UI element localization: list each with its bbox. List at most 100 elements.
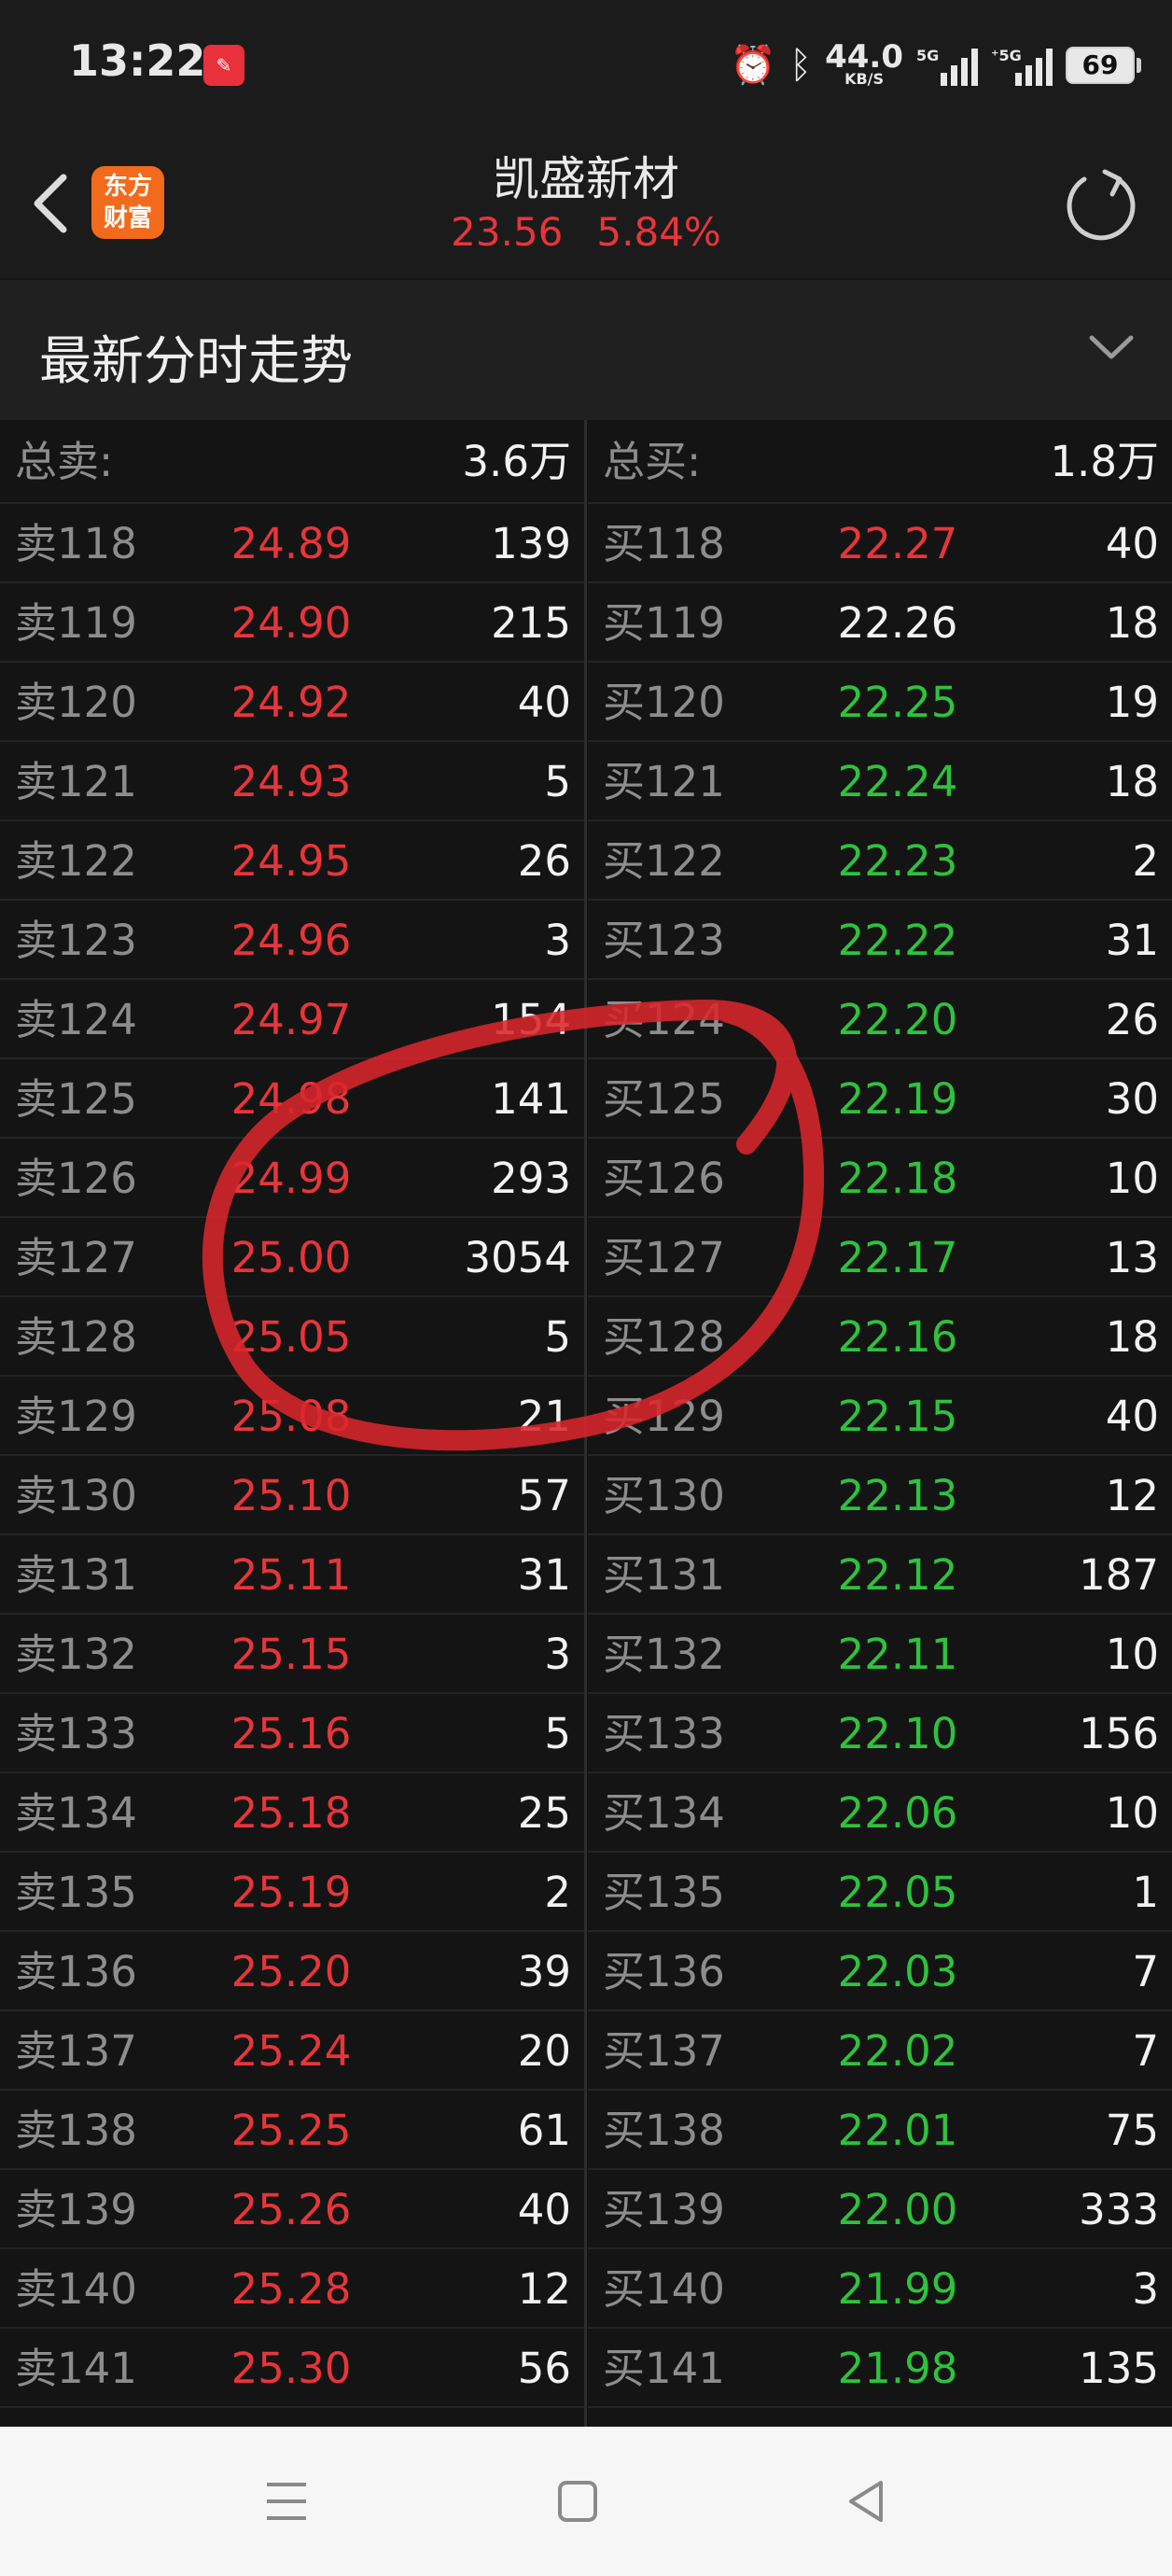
sell-order-row[interactable]: 卖122 24.95 26 [0, 821, 584, 901]
stock-quote: 23.56 5.84% [0, 209, 1172, 255]
buy-order-row[interactable]: 买127 22.17 13 [588, 1218, 1172, 1297]
sell-volume: 39 [517, 1947, 571, 1996]
buy-volume: 3 [1132, 2264, 1159, 2314]
sell-order-row[interactable]: 卖132 25.15 3 [0, 1615, 584, 1694]
sell-order-row[interactable]: 卖127 25.00 3054 [0, 1218, 584, 1297]
buy-level-label: 买125 [603, 1074, 725, 1124]
buy-order-row[interactable]: 买129 22.15 40 [588, 1377, 1172, 1456]
buy-volume: 7 [1132, 1947, 1159, 1996]
sell-column: 总卖: 3.6万 卖118 24.89 139 卖119 24.90 215 卖120 24.… [0, 420, 584, 2408]
sell-volume: 5 [544, 757, 571, 806]
sell-price: 25.25 [230, 2106, 352, 2155]
menu-icon[interactable] [254, 2473, 319, 2529]
sell-order-row[interactable]: 卖131 25.11 31 [0, 1535, 584, 1615]
sell-volume: 57 [517, 1471, 571, 1520]
buy-volume: 2 [1132, 836, 1159, 886]
buy-order-row[interactable]: 买141 21.98 135 [588, 2329, 1172, 2408]
buy-order-row[interactable]: 买136 22.03 7 [588, 1932, 1172, 2011]
buy-order-row[interactable]: 买121 22.24 18 [588, 742, 1172, 821]
buy-total-value: 1.8万 [1050, 437, 1159, 486]
sell-order-row[interactable]: 卖136 25.20 39 [0, 1932, 584, 2011]
sell-price: 24.95 [230, 836, 352, 886]
buy-volume: 31 [1105, 916, 1159, 965]
system-nav-bar [0, 2427, 1172, 2576]
sell-order-row[interactable]: 卖120 24.92 40 [0, 663, 584, 742]
buy-order-row[interactable]: 买134 22.06 10 [588, 1773, 1172, 1853]
buy-order-row[interactable]: 买126 22.18 10 [588, 1139, 1172, 1218]
buy-volume: 18 [1105, 1312, 1159, 1362]
sell-order-row[interactable]: 卖123 24.96 3 [0, 901, 584, 980]
buy-order-row[interactable]: 买131 22.12 187 [588, 1535, 1172, 1615]
refresh-icon[interactable] [1062, 166, 1140, 245]
sell-price: 25.08 [230, 1392, 352, 1441]
sell-order-row[interactable]: 卖124 24.97 154 [0, 980, 584, 1059]
buy-order-row[interactable]: 买137 22.02 7 [588, 2011, 1172, 2091]
buy-price: 22.02 [837, 2026, 958, 2076]
buy-level-label: 买120 [603, 678, 725, 727]
buy-level-label: 买133 [603, 1709, 725, 1758]
sell-volume: 56 [517, 2344, 571, 2393]
sell-order-row[interactable]: 卖126 24.99 293 [0, 1139, 584, 1218]
sell-level-label: 卖119 [15, 598, 137, 648]
buy-order-row[interactable]: 买123 22.22 31 [588, 901, 1172, 980]
sell-order-row[interactable]: 卖119 24.90 215 [0, 583, 584, 663]
buy-level-label: 买134 [603, 1788, 725, 1838]
back-triangle-icon[interactable] [834, 2473, 900, 2529]
buy-volume: 40 [1105, 519, 1159, 568]
buy-order-row[interactable]: 买119 22.26 18 [588, 583, 1172, 663]
sell-order-row[interactable]: 卖134 25.18 25 [0, 1773, 584, 1853]
buy-volume: 30 [1105, 1074, 1159, 1124]
sell-total-label: 总卖: [15, 437, 114, 486]
sell-order-row[interactable]: 卖139 25.26 40 [0, 2170, 584, 2249]
buy-order-row[interactable]: 买120 22.25 19 [588, 663, 1172, 742]
sell-order-row[interactable]: 卖129 25.08 21 [0, 1377, 584, 1456]
sell-order-row[interactable]: 卖125 24.98 141 [0, 1059, 584, 1139]
sell-price: 25.26 [230, 2185, 352, 2234]
sell-volume: 31 [517, 1550, 571, 1600]
sell-order-row[interactable]: 卖137 25.24 20 [0, 2011, 584, 2091]
sell-level-label: 卖131 [15, 1550, 137, 1600]
sell-order-row[interactable]: 卖135 25.19 2 [0, 1853, 584, 1932]
sell-order-row[interactable]: 卖121 24.93 5 [0, 742, 584, 821]
buy-volume: 1 [1132, 1868, 1159, 1917]
buy-order-row[interactable]: 买124 22.20 26 [588, 980, 1172, 1059]
sell-order-row[interactable]: 卖130 25.10 57 [0, 1456, 584, 1535]
buy-price: 22.25 [837, 678, 958, 727]
sell-volume: 154 [491, 995, 571, 1044]
bluetooth-icon: ᛒ [789, 44, 813, 87]
section-header[interactable]: 最新分时走势 [0, 280, 1172, 420]
sell-volume: 26 [517, 836, 571, 886]
sell-order-row[interactable]: 卖141 25.30 56 [0, 2329, 584, 2408]
buy-price: 22.12 [837, 1550, 958, 1600]
sell-order-row[interactable]: 卖133 25.16 5 [0, 1694, 584, 1773]
home-square-icon[interactable] [545, 2473, 610, 2529]
signal-sim2-icon: ⁺5G [991, 45, 1053, 86]
sell-order-row[interactable]: 卖118 24.89 139 [0, 504, 584, 583]
sim1-label: 5G [916, 47, 940, 64]
sell-order-row[interactable]: 卖138 25.25 61 [0, 2091, 584, 2170]
buy-order-row[interactable]: 买140 21.99 3 [588, 2249, 1172, 2329]
buy-order-row[interactable]: 买132 22.11 10 [588, 1615, 1172, 1694]
buy-volume: 10 [1105, 1154, 1159, 1203]
sell-order-row[interactable]: 卖140 25.28 12 [0, 2249, 584, 2329]
buy-order-row[interactable]: 买133 22.10 156 [588, 1694, 1172, 1773]
buy-level-label: 买138 [603, 2106, 725, 2155]
buy-order-row[interactable]: 买138 22.01 75 [588, 2091, 1172, 2170]
sell-price: 25.10 [230, 1471, 352, 1520]
chevron-down-icon[interactable] [1086, 329, 1137, 366]
buy-order-row[interactable]: 买125 22.19 30 [588, 1059, 1172, 1139]
buy-level-label: 买126 [603, 1154, 725, 1203]
sell-price: 25.30 [230, 2344, 352, 2393]
buy-volume: 187 [1079, 1550, 1159, 1600]
buy-level-label: 买128 [603, 1312, 725, 1362]
buy-order-row[interactable]: 买128 22.16 18 [588, 1297, 1172, 1377]
sell-order-row[interactable]: 卖128 25.05 5 [0, 1297, 584, 1377]
sell-level-label: 卖123 [15, 916, 137, 965]
sell-volume: 61 [517, 2106, 571, 2155]
buy-order-row[interactable]: 买122 22.23 2 [588, 821, 1172, 901]
buy-order-row[interactable]: 买139 22.00 333 [588, 2170, 1172, 2249]
buy-order-row[interactable]: 买130 22.13 12 [588, 1456, 1172, 1535]
buy-order-row[interactable]: 买135 22.05 1 [588, 1853, 1172, 1932]
buy-price: 22.17 [837, 1233, 958, 1282]
buy-order-row[interactable]: 买118 22.27 40 [588, 504, 1172, 583]
